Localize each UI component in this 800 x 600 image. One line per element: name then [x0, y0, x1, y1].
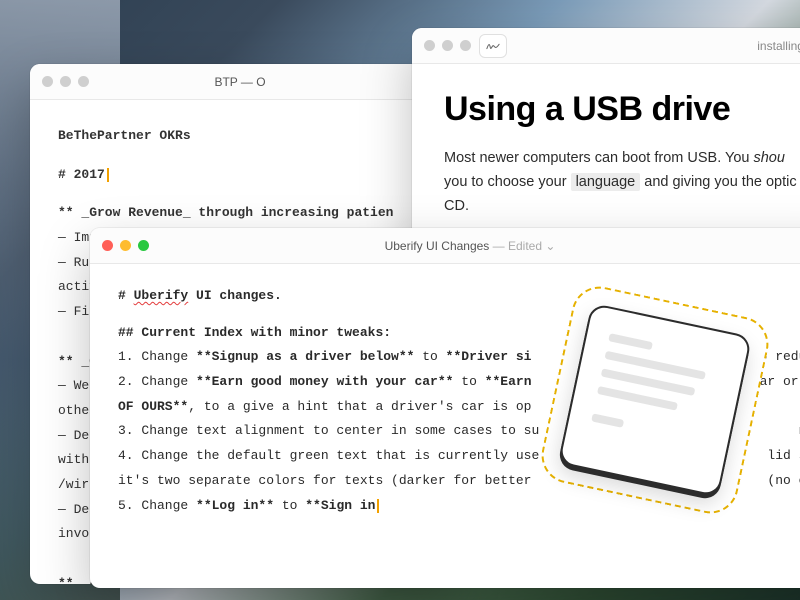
- traffic-lights[interactable]: [424, 40, 471, 51]
- paragraph: Most newer computers can boot from USB. …: [444, 147, 800, 219]
- signature-icon: [486, 40, 500, 52]
- text-line: ** _Grow Revenue_ through increasing pat…: [58, 201, 422, 226]
- minimize-icon[interactable]: [60, 76, 71, 87]
- preview-body-usb[interactable]: Using a USB drive Most newer computers c…: [412, 64, 800, 245]
- titlebar-uberify[interactable]: Uberify UI Changes — Edited ⌄ 768: [90, 228, 800, 264]
- page-heading: Using a USB drive: [444, 90, 800, 129]
- window-title: Uberify UI Changes — Edited ⌄: [90, 239, 800, 253]
- spellcheck-underline: Uberify: [134, 288, 189, 303]
- minimize-icon[interactable]: [120, 240, 131, 251]
- preview-toggle-button[interactable]: [479, 34, 507, 58]
- window-title: installing-ubuntu.md —: [757, 39, 800, 53]
- inline-code: language: [571, 173, 641, 191]
- close-icon[interactable]: [424, 40, 435, 51]
- doc-heading: BeThePartner OKRs: [58, 124, 422, 149]
- titlebar-usb[interactable]: installing-ubuntu.md —: [412, 28, 800, 64]
- year-line: # 2017: [58, 167, 105, 182]
- close-icon[interactable]: [102, 240, 113, 251]
- minimize-icon[interactable]: [442, 40, 453, 51]
- titlebar-btp[interactable]: BTP — O: [30, 64, 450, 100]
- document-sticker-illustration: [536, 281, 773, 518]
- traffic-lights[interactable]: [102, 240, 149, 251]
- traffic-lights[interactable]: [42, 76, 89, 87]
- maximize-icon[interactable]: [138, 240, 149, 251]
- maximize-icon[interactable]: [78, 76, 89, 87]
- window-title: BTP — O: [30, 75, 450, 89]
- maximize-icon[interactable]: [460, 40, 471, 51]
- text-cursor-icon: [107, 168, 109, 182]
- close-icon[interactable]: [42, 76, 53, 87]
